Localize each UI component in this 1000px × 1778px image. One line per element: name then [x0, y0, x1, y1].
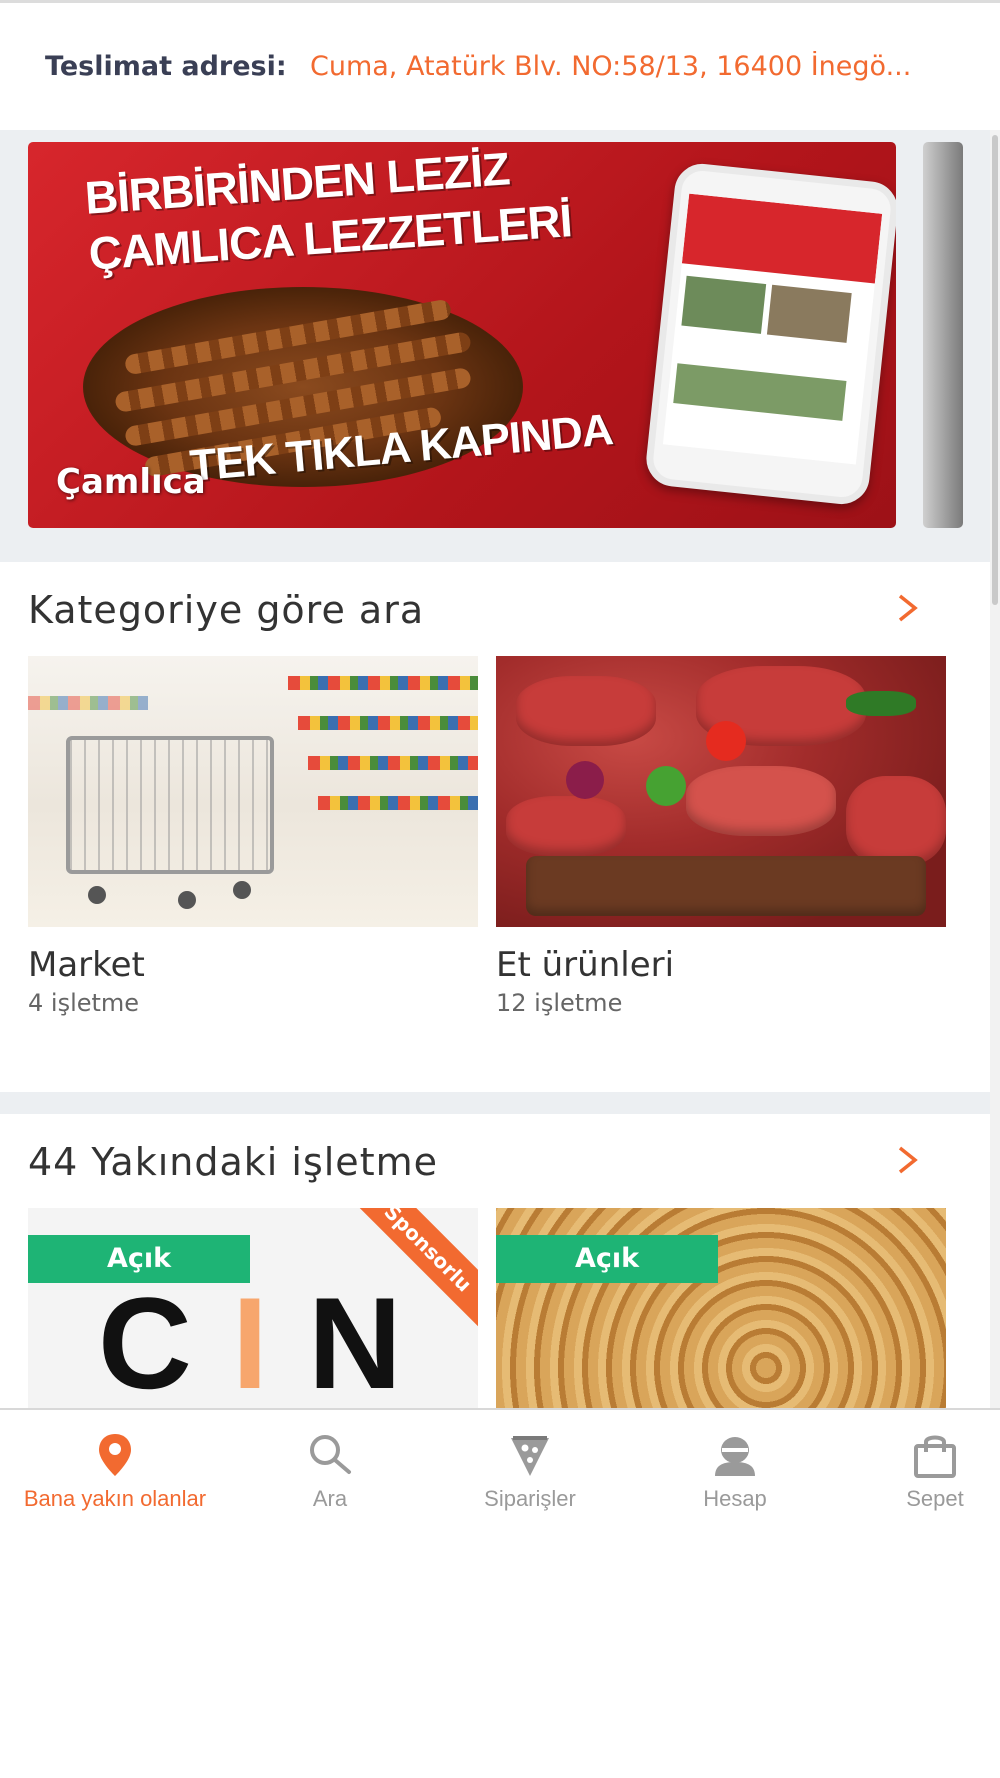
promo-banner[interactable]: BİRBİRİNDEN LEZİZ ÇAMLICA LEZZETLERİ TEK…	[28, 142, 896, 528]
delivery-address-label: Teslimat adresi:	[45, 51, 287, 82]
pizza-slice-icon	[511, 1436, 549, 1476]
scrollbar-thumb[interactable]	[992, 135, 998, 605]
phone-mockup-image	[643, 161, 896, 507]
location-pin-icon	[99, 1434, 131, 1476]
category-card-meat-products[interactable]: Et ürünleri 12 işletme	[496, 656, 946, 1017]
nav-search[interactable]: Ara	[270, 1430, 390, 1512]
nav-cart[interactable]: Sepet	[885, 1430, 985, 1512]
nav-label: Bana yakın olanlar	[23, 1486, 207, 1511]
categories-chevron-right-icon[interactable]	[895, 588, 921, 628]
business-card-cin[interactable]: CIN Sponsorlu Açık	[28, 1208, 478, 1408]
open-status-badge: Açık	[496, 1235, 718, 1283]
nav-label: Siparişler	[484, 1486, 576, 1511]
nearby-section-title: 44 Yakındaki işletme	[28, 1140, 438, 1184]
category-business-count: 12 işletme	[496, 989, 623, 1017]
delivery-address-value[interactable]: Cuma, Atatürk Blv. NO:58/13, 16400 İnegö…	[310, 51, 990, 82]
market-category-image	[28, 656, 478, 927]
category-business-count: 4 işletme	[28, 989, 140, 1017]
open-status-badge: Açık	[28, 1235, 250, 1283]
nearby-chevron-right-icon[interactable]	[895, 1140, 921, 1180]
banner-headline: BİRBİRİNDEN LEZİZ ÇAMLICA LEZZETLERİ	[83, 142, 573, 282]
nav-label: Ara	[312, 1486, 348, 1511]
search-icon	[310, 1435, 351, 1474]
user-icon	[715, 1437, 755, 1476]
section-divider	[0, 1092, 990, 1114]
business-logo: CIN	[98, 1270, 442, 1408]
nav-nearby[interactable]: Bana yakın olanlar	[0, 1430, 230, 1512]
meat-category-image	[496, 656, 946, 927]
business-card-pastry[interactable]: Açık	[496, 1208, 946, 1408]
banner-restaurant-name: Çamlıca	[56, 462, 206, 502]
category-card-market[interactable]: Market 4 işletme	[28, 656, 478, 1017]
next-banner-peek[interactable]	[923, 142, 963, 528]
nav-label: Sepet	[906, 1486, 964, 1511]
nav-account[interactable]: Hesap	[680, 1430, 790, 1512]
category-name: Market	[28, 945, 145, 985]
categories-section-title: Kategoriye göre ara	[28, 588, 425, 632]
bottom-navigation: Bana yakın olanlar Ara Siparişler Hesap	[0, 1408, 1000, 1528]
shopping-bag-icon	[914, 1435, 956, 1478]
category-name: Et ürünleri	[496, 945, 675, 985]
nav-orders[interactable]: Siparişler	[460, 1430, 600, 1512]
nav-label: Hesap	[703, 1486, 767, 1511]
delivery-address-bar[interactable]: Teslimat adresi: Cuma, Atatürk Blv. NO:5…	[0, 3, 1000, 130]
